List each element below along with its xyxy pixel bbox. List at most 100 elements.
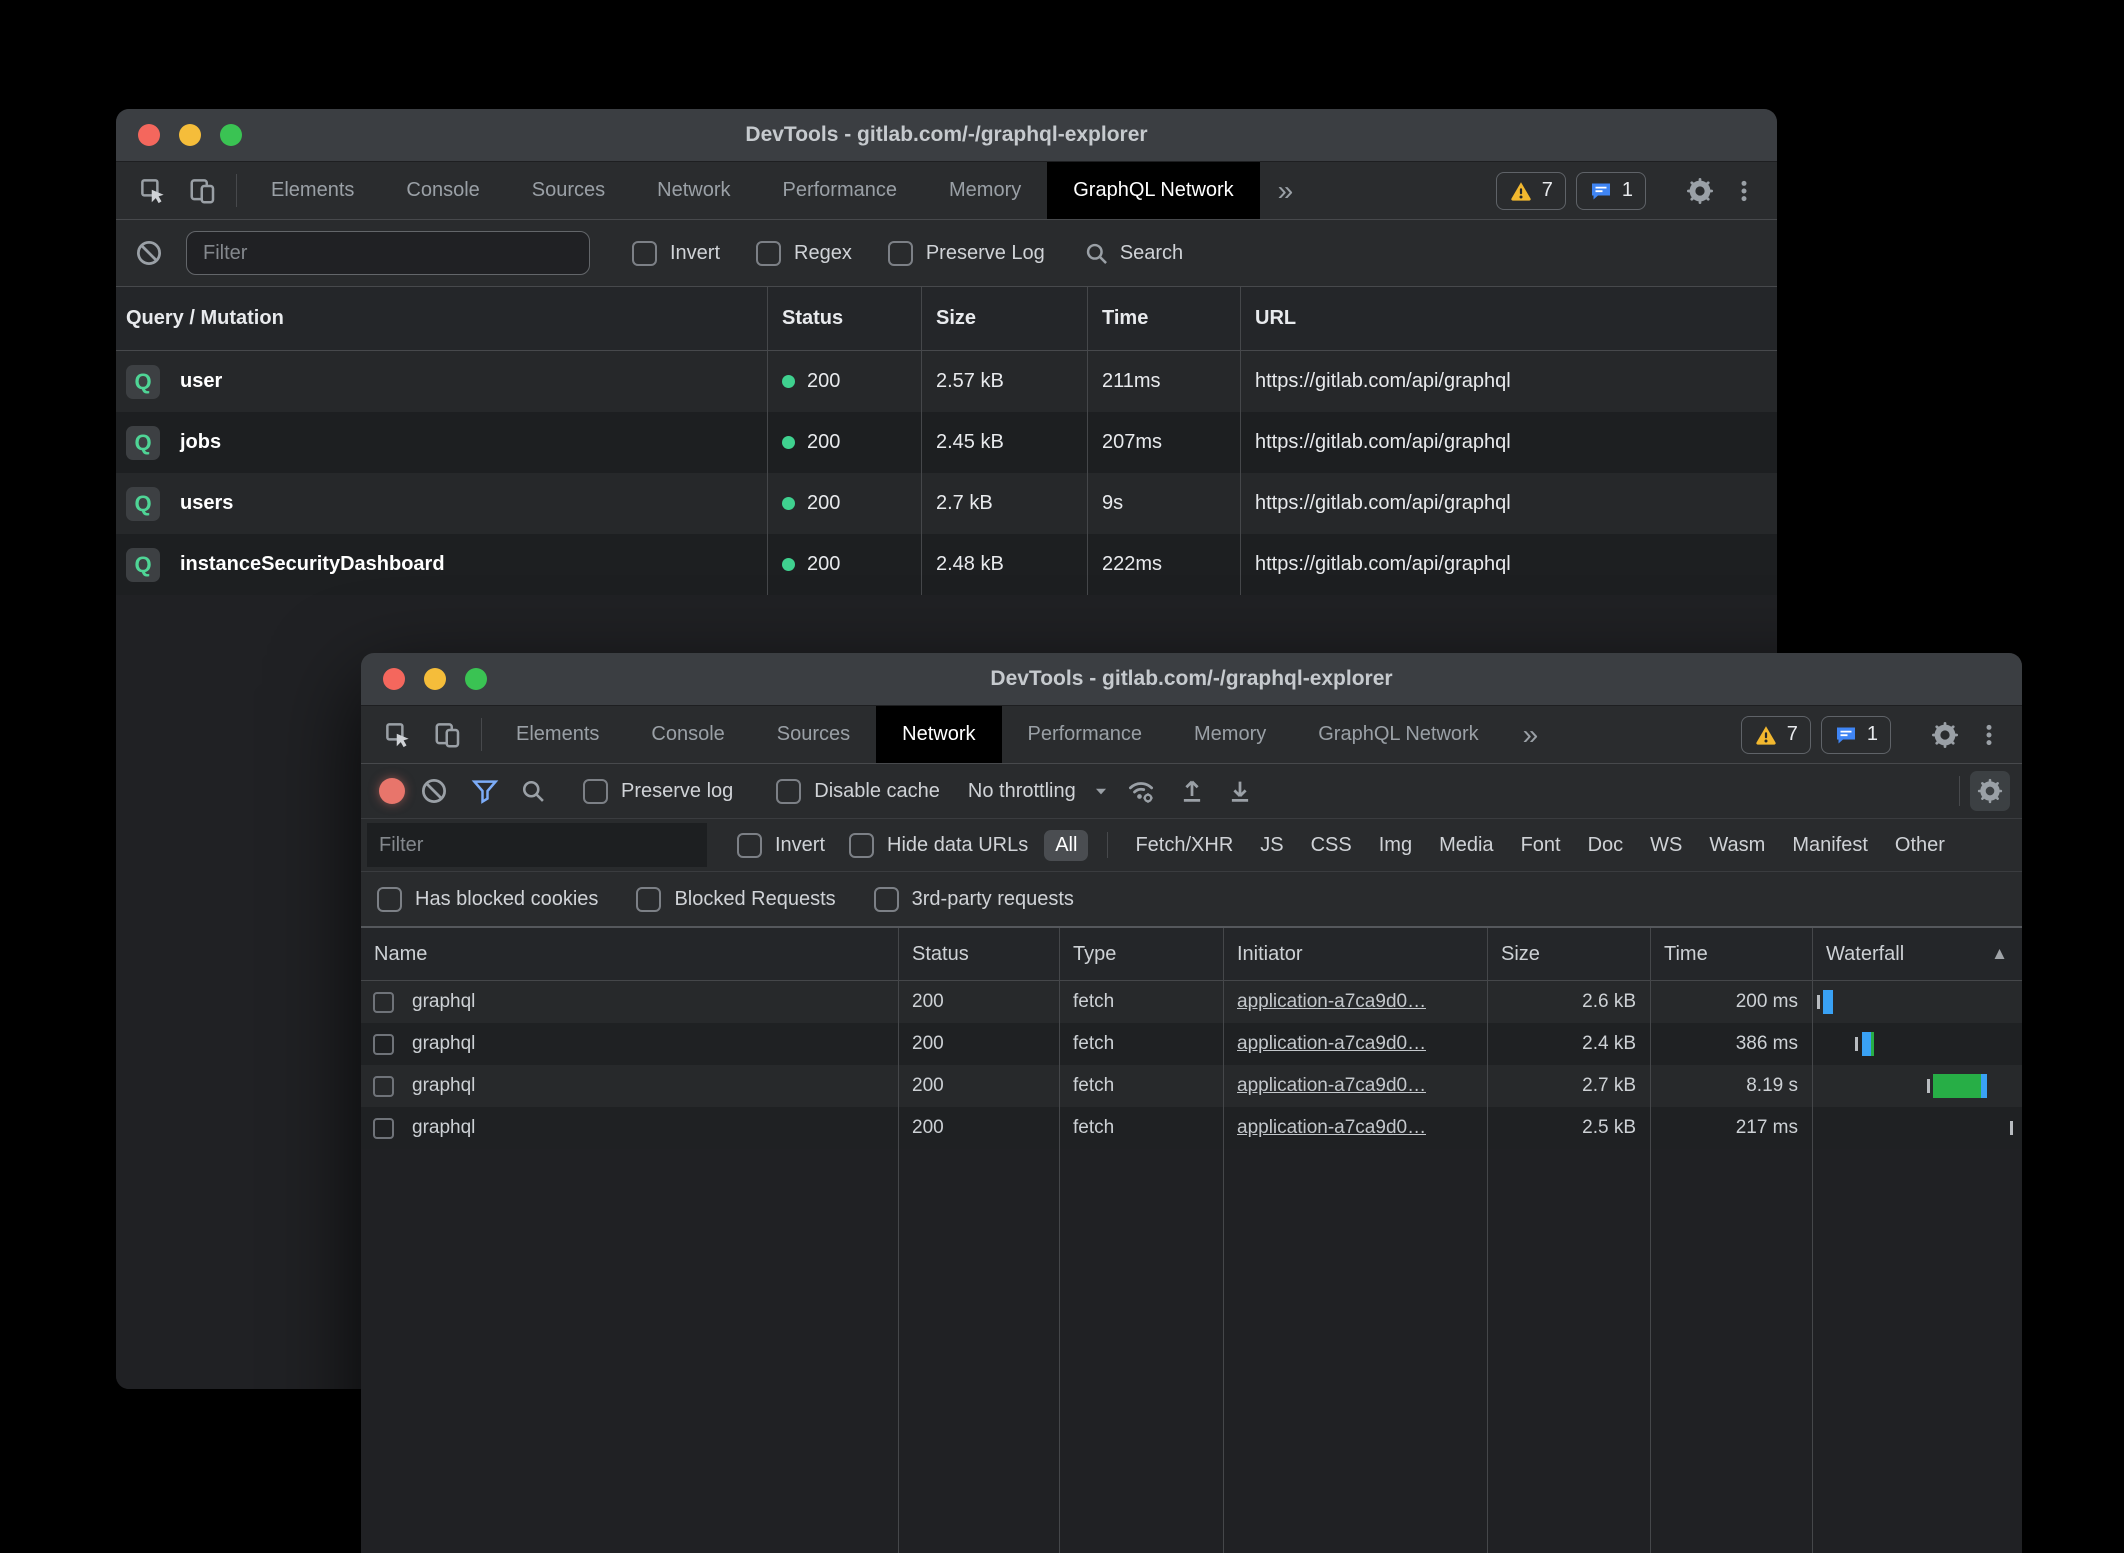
row-checkbox[interactable] [373,1034,394,1055]
record-button[interactable] [379,778,405,804]
clear-icon[interactable] [132,236,166,270]
search-button[interactable]: Search [1083,240,1183,267]
type-filter-wasm[interactable]: Wasm [1709,834,1765,857]
has-blocked-cookies-checkbox-group[interactable]: Has blocked cookies [377,887,598,912]
tab-console[interactable]: Console [625,706,750,763]
filter-input[interactable] [186,231,590,275]
issues-badge[interactable]: 1 [1821,716,1891,754]
type-filter-ws[interactable]: WS [1650,834,1682,857]
table-row[interactable]: graphql 200 fetch application-a7ca9d0… 2… [361,1065,2022,1107]
warnings-badge[interactable]: 7 [1496,172,1566,210]
invert-checkbox[interactable] [632,241,657,266]
filter-input[interactable] [367,823,707,867]
minimize-button[interactable] [179,124,201,146]
more-tabs-icon[interactable]: » [1260,162,1312,219]
blocked-requests-checkbox-group[interactable]: Blocked Requests [636,887,835,912]
kebab-menu-icon[interactable] [1727,174,1761,208]
column-header-name[interactable]: Name [361,928,898,980]
search-icon[interactable] [516,774,550,808]
tab-network[interactable]: Network [876,706,1001,763]
column-header-time[interactable]: Time [1650,928,1812,980]
import-har-icon[interactable] [1175,774,1209,808]
initiator-link[interactable]: application-a7ca9d0… [1237,1033,1426,1055]
initiator-link[interactable]: application-a7ca9d0… [1237,991,1426,1013]
invert-checkbox-group[interactable]: Invert [632,241,720,266]
hide-data-urls-checkbox-group[interactable]: Hide data URLs [849,833,1028,858]
table-row[interactable]: graphql 200 fetch application-a7ca9d0… 2… [361,981,2022,1023]
regex-checkbox-group[interactable]: Regex [756,241,852,266]
regex-checkbox[interactable] [756,241,781,266]
table-row[interactable]: graphql 200 fetch application-a7ca9d0… 2… [361,1023,2022,1065]
preserve-log-checkbox-group[interactable]: Preserve Log [888,241,1045,266]
table-row[interactable]: Quser 200 2.57 kB 211ms https://gitlab.c… [116,351,1777,412]
type-filter-doc[interactable]: Doc [1588,834,1624,857]
inspect-element-icon[interactable] [381,718,415,752]
column-header-size[interactable]: Size [1487,928,1650,980]
tab-performance[interactable]: Performance [757,162,924,219]
tab-memory[interactable]: Memory [923,162,1047,219]
type-filter-font[interactable]: Font [1521,834,1561,857]
export-har-icon[interactable] [1223,774,1257,808]
issues-badge[interactable]: 1 [1576,172,1646,210]
settings-gear-icon[interactable] [1683,174,1717,208]
column-header-waterfall[interactable]: Waterfall ▲ [1812,928,2022,980]
table-row[interactable]: graphql 200 fetch application-a7ca9d0… 2… [361,1107,2022,1149]
tab-graphql-network[interactable]: GraphQL Network [1047,162,1259,219]
close-button[interactable] [383,668,405,690]
zoom-button[interactable] [220,124,242,146]
invert-checkbox[interactable] [737,833,762,858]
type-filter-media[interactable]: Media [1439,834,1493,857]
disable-cache-checkbox[interactable] [776,779,801,804]
throttling-dropdown[interactable]: No throttling [968,780,1110,803]
initiator-link[interactable]: application-a7ca9d0… [1237,1075,1426,1097]
column-header-time[interactable]: Time [1087,287,1240,350]
table-row[interactable]: QinstanceSecurityDashboard 200 2.48 kB 2… [116,534,1777,595]
preserve-log-checkbox[interactable] [888,241,913,266]
column-header-url[interactable]: URL [1240,287,1777,350]
third-party-requests-checkbox[interactable] [874,887,899,912]
inspect-element-icon[interactable] [136,174,170,208]
tab-sources[interactable]: Sources [506,162,631,219]
blocked-requests-checkbox[interactable] [636,887,661,912]
column-header-status[interactable]: Status [767,287,921,350]
settings-gear-icon[interactable] [1928,718,1962,752]
third-party-requests-checkbox-group[interactable]: 3rd-party requests [874,887,1074,912]
kebab-menu-icon[interactable] [1972,718,2006,752]
device-toolbar-icon[interactable] [186,174,220,208]
tab-sources[interactable]: Sources [751,706,876,763]
device-toolbar-icon[interactable] [431,718,465,752]
preserve-log-checkbox[interactable] [583,779,608,804]
preserve-log-checkbox-group[interactable]: Preserve log [583,779,733,804]
initiator-link[interactable]: application-a7ca9d0… [1237,1117,1426,1139]
zoom-button[interactable] [465,668,487,690]
type-filter-all[interactable]: All [1044,830,1088,861]
column-header-type[interactable]: Type [1059,928,1223,980]
has-blocked-cookies-checkbox[interactable] [377,887,402,912]
clear-icon[interactable] [417,774,451,808]
tab-performance[interactable]: Performance [1002,706,1169,763]
row-checkbox[interactable] [373,1076,394,1097]
hide-data-urls-checkbox[interactable] [849,833,874,858]
type-filter-js[interactable]: JS [1260,834,1283,857]
type-filter-fetch-xhr[interactable]: Fetch/XHR [1135,834,1233,857]
tab-network[interactable]: Network [631,162,756,219]
close-button[interactable] [138,124,160,146]
minimize-button[interactable] [424,668,446,690]
type-filter-css[interactable]: CSS [1311,834,1352,857]
table-row[interactable]: Qusers 200 2.7 kB 9s https://gitlab.com/… [116,473,1777,534]
tab-memory[interactable]: Memory [1168,706,1292,763]
column-header-size[interactable]: Size [921,287,1087,350]
column-header-status[interactable]: Status [898,928,1059,980]
type-filter-manifest[interactable]: Manifest [1792,834,1868,857]
tab-elements[interactable]: Elements [245,162,380,219]
column-header-initiator[interactable]: Initiator [1223,928,1487,980]
column-header-query[interactable]: Query / Mutation [116,287,767,350]
tab-graphql-network[interactable]: GraphQL Network [1292,706,1504,763]
table-row[interactable]: Qjobs 200 2.45 kB 207ms https://gitlab.c… [116,412,1777,473]
row-checkbox[interactable] [373,1118,394,1139]
tab-elements[interactable]: Elements [490,706,625,763]
network-conditions-icon[interactable] [1124,774,1158,808]
tab-console[interactable]: Console [380,162,505,219]
row-checkbox[interactable] [373,992,394,1013]
disable-cache-checkbox-group[interactable]: Disable cache [776,779,940,804]
